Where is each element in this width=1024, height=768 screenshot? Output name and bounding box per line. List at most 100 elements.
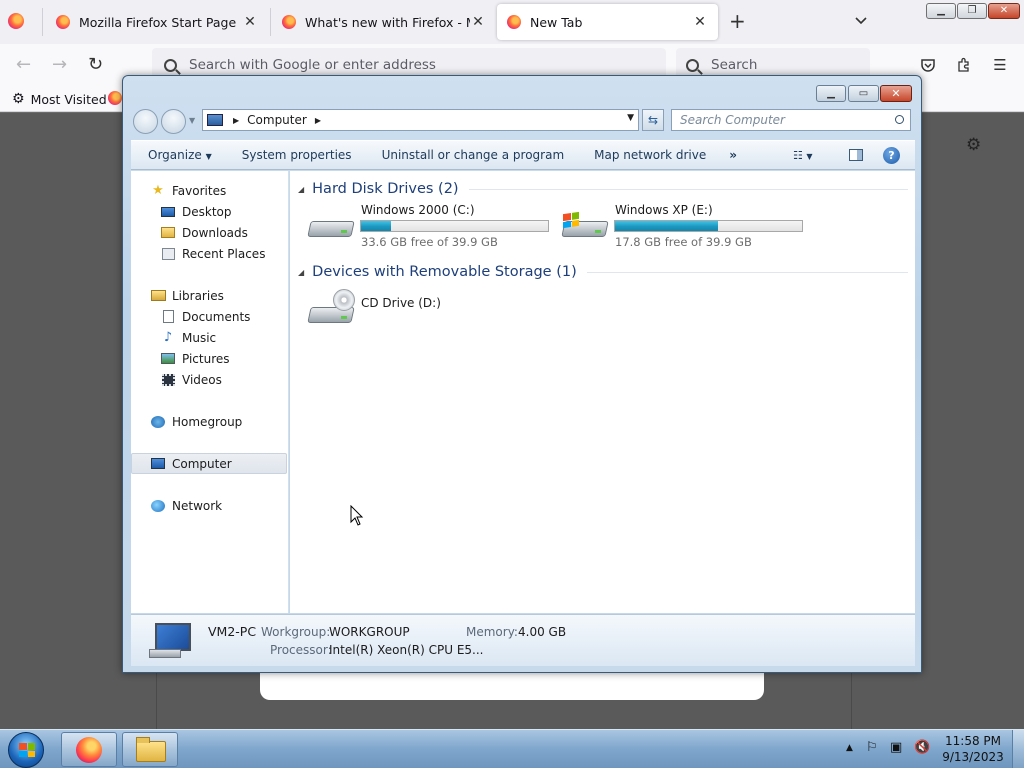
- drive-c[interactable]: Windows 2000 (C:) 33.6 GB free of 39.9 G…: [307, 203, 557, 249]
- uninstall-program-button[interactable]: Uninstall or change a program: [367, 148, 580, 162]
- drive-usage-bar: [360, 220, 549, 232]
- nav-label: Downloads: [182, 225, 248, 240]
- taskbar-firefox-button[interactable]: [61, 732, 117, 767]
- nav-documents[interactable]: Documents: [131, 306, 287, 327]
- show-desktop-button[interactable]: [1012, 730, 1024, 768]
- address-dropdown-icon[interactable]: ▼: [627, 113, 634, 123]
- minimize-button[interactable]: ▁: [816, 85, 846, 102]
- drive-free-space: 17.8 GB free of 39.9 GB: [615, 235, 752, 249]
- drive-d[interactable]: CD Drive (D:): [307, 285, 557, 329]
- collapse-icon[interactable]: ◢: [298, 268, 304, 277]
- nav-network[interactable]: Network: [131, 495, 287, 516]
- clock-date[interactable]: 9/13/2023: [938, 750, 1008, 764]
- help-icon[interactable]: ?: [883, 147, 900, 164]
- windows-logo-icon: [563, 211, 579, 229]
- processor-label: Processor:: [270, 643, 332, 657]
- more-commands-button[interactable]: »: [721, 148, 745, 162]
- group-removable-storage[interactable]: ◢ Devices with Removable Storage (1): [298, 264, 908, 280]
- preview-pane-icon[interactable]: [849, 149, 863, 161]
- change-view-button[interactable]: ☷ ▼: [793, 149, 827, 162]
- breadcrumb-computer[interactable]: Computer: [247, 113, 307, 127]
- nav-computer[interactable]: Computer: [131, 453, 287, 474]
- start-button[interactable]: [8, 732, 44, 768]
- close-tab-icon[interactable]: ✕: [692, 14, 708, 30]
- collapse-icon[interactable]: ◢: [298, 185, 304, 194]
- show-hidden-icons[interactable]: ▲: [846, 743, 853, 753]
- back-arrow-icon[interactable]: ←: [16, 56, 31, 74]
- nav-downloads[interactable]: Downloads: [131, 222, 287, 243]
- group-title: Hard Disk Drives (2): [312, 181, 459, 197]
- back-button[interactable]: [133, 109, 158, 134]
- new-tab-button[interactable]: +: [729, 11, 746, 31]
- nav-pictures[interactable]: Pictures: [131, 348, 287, 369]
- close-tab-icon[interactable]: ✕: [242, 14, 258, 30]
- breadcrumb-arrow-icon[interactable]: ▶: [233, 116, 239, 125]
- nav-recent-places[interactable]: Recent Places: [131, 243, 287, 264]
- minimize-button[interactable]: ▁: [926, 3, 956, 19]
- search-bar-placeholder: Search: [711, 57, 758, 73]
- computer-name: VM2-PC: [208, 624, 257, 639]
- gear-icon: ⚙: [12, 91, 25, 107]
- action-center-flag-icon[interactable]: ⚐: [866, 740, 878, 755]
- homegroup-icon: [150, 415, 166, 429]
- bookmark-most-visited[interactable]: ⚙ Most Visited: [12, 91, 107, 107]
- maximize-button[interactable]: ▭: [848, 85, 879, 102]
- restore-button[interactable]: ❐: [957, 3, 987, 19]
- system-properties-button[interactable]: System properties: [227, 148, 367, 162]
- nav-libraries[interactable]: Libraries: [131, 285, 287, 306]
- tab-firefox-start-page[interactable]: Mozilla Firefox Start Page ✕: [46, 4, 268, 40]
- tab-new-tab[interactable]: New Tab ✕: [497, 4, 718, 40]
- star-icon: ★: [152, 182, 164, 198]
- divider: [851, 673, 852, 730]
- taskbar: ▲ ⚐ ▣ 🔇 11:58 PM 9/13/2023: [0, 729, 1024, 768]
- command-bar: Organize ▼ System properties Uninstall o…: [131, 140, 915, 170]
- nav-videos[interactable]: Videos: [131, 369, 287, 390]
- refresh-button[interactable]: ⇆: [642, 109, 664, 131]
- network-tray-icon[interactable]: ▣: [890, 740, 902, 755]
- group-hard-disk-drives[interactable]: ◢ Hard Disk Drives (2): [298, 181, 908, 197]
- close-button[interactable]: ✕: [988, 3, 1020, 19]
- breadcrumb-arrow-icon[interactable]: ▶: [315, 116, 321, 125]
- gear-icon[interactable]: ⚙: [966, 135, 981, 155]
- nav-homegroup[interactable]: Homegroup: [131, 411, 287, 432]
- close-button[interactable]: ✕: [880, 85, 912, 102]
- menu-icon[interactable]: ☰: [992, 57, 1008, 73]
- organize-button[interactable]: Organize ▼: [131, 148, 227, 162]
- group-title: Devices with Removable Storage (1): [312, 264, 577, 280]
- volume-muted-icon[interactable]: 🔇: [914, 740, 930, 755]
- windows-logo-icon: [19, 743, 35, 757]
- firefox-icon[interactable]: [108, 91, 122, 105]
- close-tab-icon[interactable]: ✕: [470, 14, 486, 30]
- processor-value: Intel(R) Xeon(R) CPU E5...: [329, 643, 484, 657]
- firefox-tab-bar: Mozilla Firefox Start Page ✕ What's new …: [0, 0, 1024, 44]
- extensions-icon[interactable]: [956, 57, 972, 73]
- forward-button[interactable]: [161, 109, 186, 134]
- map-network-drive-button[interactable]: Map network drive: [579, 148, 721, 162]
- drive-name: Windows XP (E:): [615, 203, 713, 217]
- most-visited-label: Most Visited: [30, 91, 107, 107]
- reload-icon[interactable]: ↻: [88, 56, 103, 74]
- search-box[interactable]: Search Computer: [671, 109, 911, 131]
- forward-arrow-icon[interactable]: →: [52, 56, 67, 74]
- drive-e[interactable]: Windows XP (E:) 17.8 GB free of 39.9 GB: [561, 203, 811, 249]
- tab-title: What's new with Firefox - More: [305, 14, 470, 30]
- nav-music[interactable]: ♪ Music: [131, 327, 287, 348]
- pocket-icon[interactable]: [920, 57, 936, 73]
- search-icon[interactable]: [895, 115, 904, 124]
- search-icon: [686, 58, 699, 72]
- drive-usage-bar: [614, 220, 803, 232]
- computer-icon: [149, 621, 193, 661]
- recent-pages-dropdown[interactable]: ▼: [189, 116, 195, 125]
- nav-favorites[interactable]: ★ Favorites: [131, 180, 287, 201]
- taskbar-explorer-button[interactable]: [122, 732, 178, 767]
- drive-name: Windows 2000 (C:): [361, 203, 475, 217]
- address-bar[interactable]: ▶ Computer ▶ ▼: [202, 109, 639, 131]
- clock-time[interactable]: 11:58 PM: [938, 734, 1008, 748]
- details-pane: VM2-PC Workgroup: WORKGROUP Memory: 4.00…: [131, 614, 915, 666]
- firefox-view-icon[interactable]: [8, 13, 24, 29]
- tab-whats-new[interactable]: What's new with Firefox - More ✕: [272, 4, 496, 40]
- content-card: [260, 673, 764, 700]
- tab-separator: [42, 8, 43, 36]
- chevron-down-icon[interactable]: [855, 14, 867, 26]
- nav-desktop[interactable]: Desktop: [131, 201, 287, 222]
